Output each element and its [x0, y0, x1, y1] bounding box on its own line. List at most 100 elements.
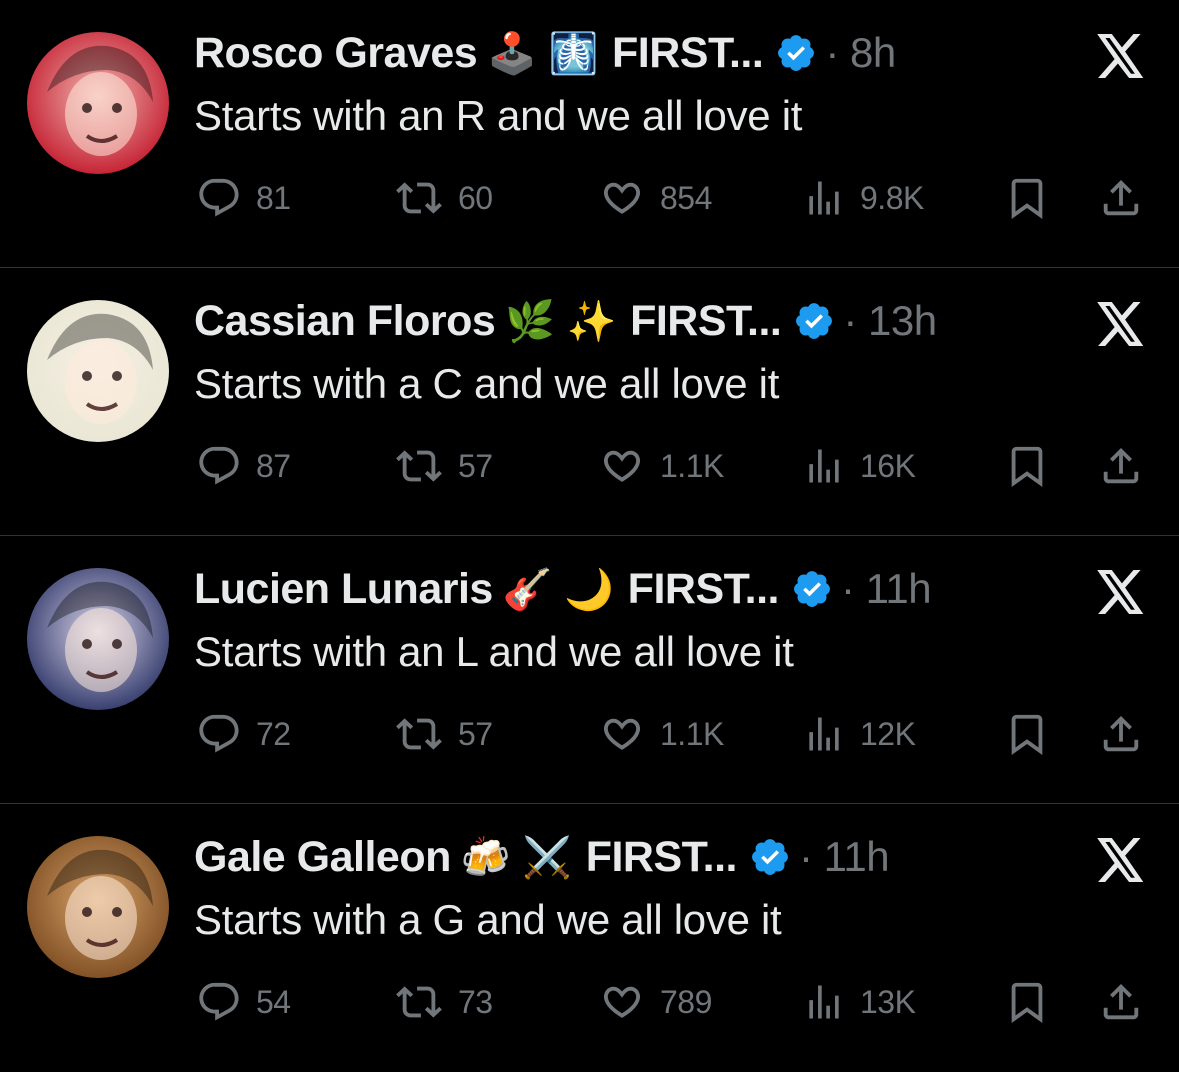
repost-button[interactable]: 73 — [394, 974, 493, 1030]
action-bar: 54 73 789 13K — [196, 974, 1156, 1030]
view-count: 12K — [860, 715, 916, 752]
action-bar: 81 60 854 9.8K — [196, 170, 1156, 226]
affiliation-label[interactable]: FIRST... — [628, 565, 780, 614]
like-button[interactable]: 1.1K — [598, 438, 724, 494]
bookmark-icon — [1011, 714, 1043, 755]
repost-button[interactable]: 60 — [394, 170, 493, 226]
tweet-text: Starts with an L and we all love it — [194, 628, 794, 675]
bookmark-button[interactable] — [1004, 170, 1050, 226]
reply-icon — [199, 178, 239, 217]
timeline: Rosco Graves 🕹️ 🩻 FIRST... · 8h Starts w… — [0, 0, 1179, 1045]
share-button[interactable] — [1098, 706, 1144, 762]
x-logo-icon — [1096, 570, 1146, 614]
reply-button[interactable]: 87 — [196, 438, 291, 494]
like-count: 1.1K — [660, 715, 724, 752]
repost-button[interactable]: 57 — [394, 438, 493, 494]
share-button[interactable] — [1098, 438, 1144, 494]
like-button[interactable]: 789 — [598, 974, 712, 1030]
verified-badge-icon — [775, 32, 817, 74]
tweet[interactable]: Gale Galleon 🍻 ⚔️ FIRST... · 11h Starts … — [0, 804, 1179, 1072]
like-button[interactable]: 854 — [598, 170, 712, 226]
bookmark-icon — [1011, 178, 1043, 219]
timestamp[interactable]: · 8h — [825, 29, 896, 77]
reply-icon — [199, 982, 239, 1021]
display-name[interactable]: Gale Galleon — [194, 833, 451, 882]
action-bar: 72 57 1.1K 12K — [196, 706, 1156, 762]
repost-count: 73 — [458, 983, 493, 1020]
reply-count: 87 — [256, 447, 291, 484]
share-icon — [1103, 179, 1139, 216]
like-icon — [603, 450, 641, 482]
tweet[interactable]: Rosco Graves 🕹️ 🩻 FIRST... · 8h Starts w… — [0, 0, 1179, 268]
reply-count: 81 — [256, 179, 291, 216]
reply-count: 72 — [256, 715, 291, 752]
views-icon — [809, 717, 839, 751]
reply-button[interactable]: 54 — [196, 974, 291, 1030]
bookmark-button[interactable] — [1004, 706, 1050, 762]
tweet[interactable]: Lucien Lunaris 🎸 🌙 FIRST... · 11h Starts… — [0, 536, 1179, 804]
avatar[interactable] — [27, 300, 169, 442]
bookmark-button[interactable] — [1004, 974, 1050, 1030]
views-button[interactable]: 12K — [802, 706, 916, 762]
reply-icon — [199, 714, 239, 753]
repost-count: 60 — [458, 179, 493, 216]
repost-icon — [396, 718, 442, 750]
avatar[interactable] — [27, 32, 169, 174]
tweet-text: Starts with a G and we all love it — [194, 896, 782, 943]
repost-icon — [396, 182, 442, 214]
verified-badge-icon — [791, 568, 833, 610]
tweet[interactable]: Cassian Floros 🌿 ✨ FIRST... · 13h Starts… — [0, 268, 1179, 536]
tweet-header: Lucien Lunaris 🎸 🌙 FIRST... · 11h — [194, 562, 932, 616]
like-count: 789 — [660, 983, 712, 1020]
tweet-header: Gale Galleon 🍻 ⚔️ FIRST... · 11h — [194, 830, 890, 884]
verified-badge-icon — [793, 300, 835, 342]
like-icon — [603, 986, 641, 1018]
views-button[interactable]: 13K — [802, 974, 916, 1030]
tweet-text: Starts with an R and we all love it — [194, 92, 803, 139]
like-icon — [603, 182, 641, 214]
avatar[interactable] — [27, 568, 169, 710]
bookmark-button[interactable] — [1004, 438, 1050, 494]
repost-count: 57 — [458, 447, 493, 484]
avatar[interactable] — [27, 836, 169, 978]
views-icon — [809, 449, 839, 483]
affiliation-label[interactable]: FIRST... — [586, 833, 738, 882]
tweet-header: Cassian Floros 🌿 ✨ FIRST... · 13h — [194, 294, 937, 348]
reply-count: 54 — [256, 983, 291, 1020]
like-icon — [603, 718, 641, 750]
repost-icon — [396, 986, 442, 1018]
verified-badge-icon — [749, 836, 791, 878]
like-count: 1.1K — [660, 447, 724, 484]
reply-button[interactable]: 81 — [196, 170, 291, 226]
x-logo-icon — [1096, 302, 1146, 346]
share-button[interactable] — [1098, 170, 1144, 226]
views-button[interactable]: 9.8K — [802, 170, 924, 226]
view-count: 9.8K — [860, 179, 924, 216]
reply-icon — [199, 446, 239, 485]
view-count: 16K — [860, 447, 916, 484]
affiliation-label[interactable]: FIRST... — [612, 29, 764, 78]
share-icon — [1103, 983, 1139, 1020]
views-button[interactable]: 16K — [802, 438, 916, 494]
display-name[interactable]: Rosco Graves — [194, 29, 478, 78]
name-emojis: 🕹️ 🩻 — [487, 30, 599, 77]
affiliation-label[interactable]: FIRST... — [630, 297, 782, 346]
like-count: 854 — [660, 179, 712, 216]
like-button[interactable]: 1.1K — [598, 706, 724, 762]
display-name[interactable]: Lucien Lunaris — [194, 565, 493, 614]
x-logo-icon — [1096, 34, 1146, 78]
views-icon — [809, 985, 839, 1019]
share-icon — [1103, 715, 1139, 752]
display-name[interactable]: Cassian Floros — [194, 297, 496, 346]
reply-button[interactable]: 72 — [196, 706, 291, 762]
share-button[interactable] — [1098, 974, 1144, 1030]
timestamp[interactable]: · 13h — [843, 297, 937, 345]
views-icon — [809, 181, 839, 215]
name-emojis: 🌿 ✨ — [505, 298, 617, 345]
repost-button[interactable]: 57 — [394, 706, 493, 762]
tweet-header: Rosco Graves 🕹️ 🩻 FIRST... · 8h — [194, 26, 896, 80]
name-emojis: 🍻 ⚔️ — [460, 834, 572, 881]
repost-icon — [396, 450, 442, 482]
timestamp[interactable]: · 11h — [799, 833, 890, 881]
timestamp[interactable]: · 11h — [841, 565, 932, 613]
